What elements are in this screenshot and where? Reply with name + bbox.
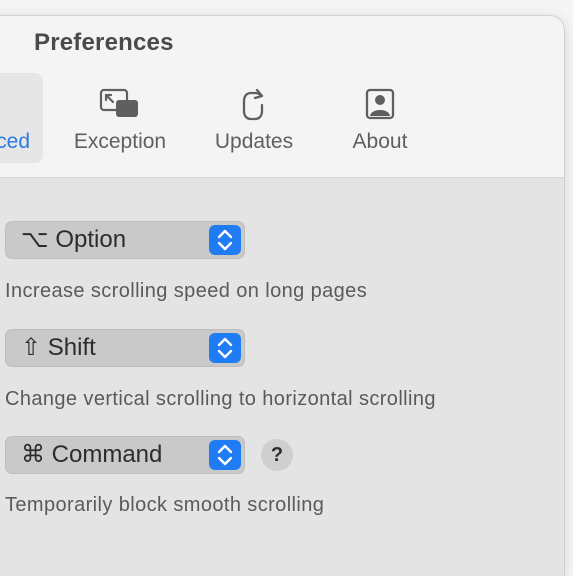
chevron-updown-icon (209, 333, 241, 363)
shift-modifier-value: ⇧ Shift (21, 334, 96, 361)
toolbar: Preferences ced Exception Updates About (0, 16, 564, 178)
exception-icon (98, 87, 142, 128)
about-icon (364, 87, 396, 126)
tab-advanced-label: ced (0, 130, 30, 153)
preferences-window: Preferences ced Exception Updates About … (0, 16, 564, 576)
option-modifier-value: ⌥ Option (21, 226, 127, 253)
help-button[interactable]: ? (261, 439, 293, 471)
tab-advanced[interactable]: ced (0, 73, 43, 163)
option-modifier-popup[interactable]: ⌥ Option (5, 221, 245, 259)
option-modifier-description: Increase scrolling speed on long pages (5, 280, 368, 302)
shift-modifier-popup[interactable]: ⇧ Shift (5, 329, 245, 367)
tab-about[interactable]: About (340, 73, 420, 163)
tab-exception-label: Exception (73, 130, 167, 153)
command-modifier-description: Temporarily block smooth scrolling (5, 494, 325, 516)
updates-icon (239, 87, 269, 128)
command-modifier-popup[interactable]: ⌘ Command (5, 436, 245, 474)
tab-exception[interactable]: Exception (64, 73, 176, 163)
tab-about-label: About (352, 130, 408, 153)
tab-updates[interactable]: Updates (206, 73, 302, 163)
settings-content: ⌥ Option Increase scrolling speed on lon… (0, 178, 564, 576)
command-modifier-value: ⌘ Command (21, 441, 163, 468)
tab-updates-label: Updates (214, 130, 294, 153)
chevron-updown-icon (209, 440, 241, 470)
chevron-updown-icon (209, 225, 241, 255)
window-title: Preferences (34, 29, 174, 56)
shift-modifier-description: Change vertical scrolling to horizontal … (5, 388, 436, 410)
